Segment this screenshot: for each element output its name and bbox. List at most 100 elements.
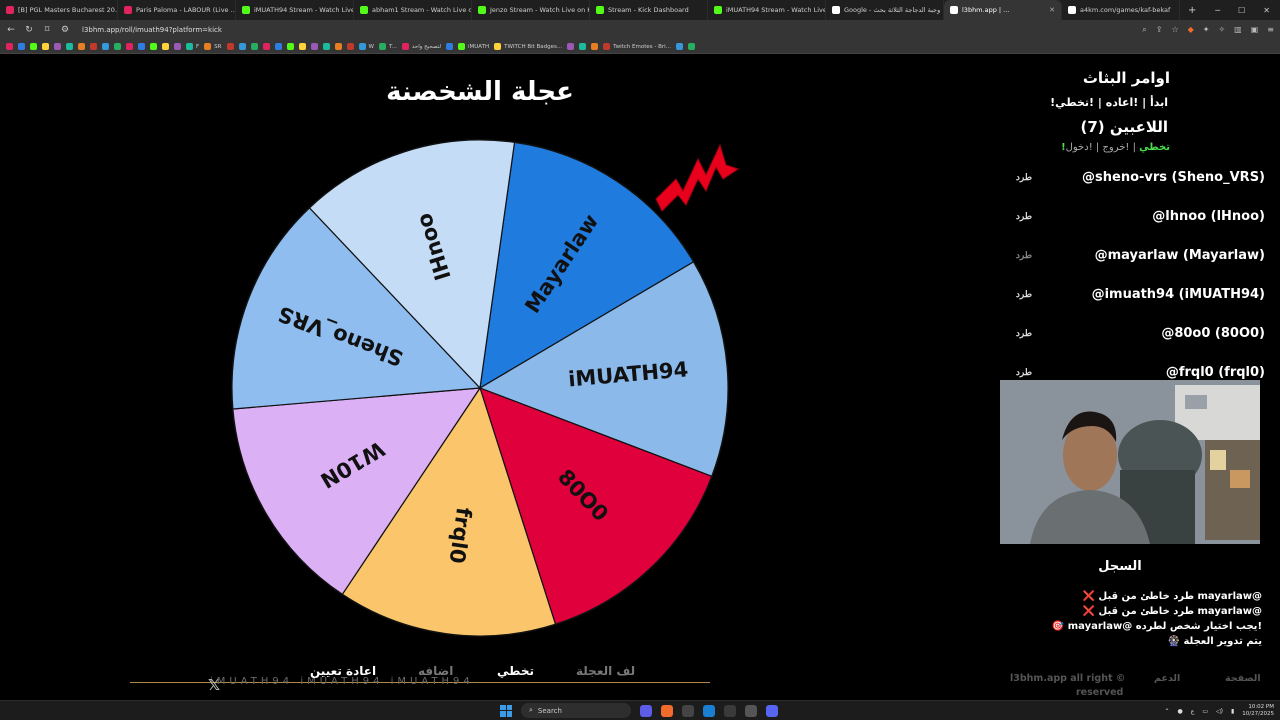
kick-button[interactable]: طرد (1010, 250, 1038, 261)
zoom-icon[interactable]: ⌕ (1142, 25, 1146, 35)
new-tab-icon[interactable]: + (1180, 5, 1204, 16)
close-tab-icon[interactable]: ✕ (1049, 6, 1055, 14)
add-button[interactable]: اضافه (418, 664, 453, 678)
bookmark-item[interactable] (675, 43, 683, 50)
taskbar-search[interactable]: ⌕ Search (521, 703, 631, 718)
url-field[interactable]: l3bhm.app/roll/imuath94?platform=kick (82, 26, 222, 34)
minimize-icon[interactable]: ─ (1215, 6, 1220, 15)
app-icon[interactable] (745, 704, 757, 717)
home-link[interactable]: الصفحة (1225, 673, 1261, 684)
bookmark-item[interactable] (6, 43, 13, 50)
bookmark-item[interactable] (687, 43, 695, 50)
kick-button[interactable]: طرد (1010, 289, 1038, 300)
bookmark-item[interactable] (150, 43, 157, 50)
app-icon[interactable] (682, 704, 694, 717)
bookmark-item[interactable]: iMUATH (458, 43, 489, 50)
sidebar-icon[interactable]: ▥ (1234, 25, 1242, 35)
favicon-icon (832, 6, 840, 14)
clock[interactable]: 10:02 PM 10/27/2025 (1242, 704, 1274, 718)
bookmark-item[interactable] (226, 43, 234, 50)
bookmark-item[interactable] (78, 43, 85, 50)
bookmark-item[interactable] (334, 43, 342, 50)
bookmark-item[interactable]: Twitch Emotes - Bri... (603, 43, 671, 50)
bookmark-item[interactable] (262, 43, 270, 50)
browser-tab[interactable]: Google - وجبة الدجاجة الثلاثة بحث (826, 0, 944, 20)
browser-tab[interactable]: Stream - Kick Dashboard (590, 0, 708, 20)
maximize-icon[interactable]: ☐ (1238, 6, 1245, 15)
bookmark-item[interactable] (346, 43, 354, 50)
browser-tab[interactable]: iMUATH94 Stream - Watch Live o... (236, 0, 354, 20)
bookmark-item[interactable]: لتصحيح واحد (401, 43, 441, 50)
bookmark-item[interactable] (42, 43, 49, 50)
menu-icon[interactable]: ≡ (1267, 25, 1274, 35)
mic-icon[interactable]: ● (1178, 708, 1183, 715)
share-icon[interactable]: ⇪ (1156, 25, 1163, 35)
wallet-icon[interactable]: ▣ (1251, 25, 1259, 35)
bookmark-item[interactable] (30, 43, 37, 50)
bookmark-item[interactable] (567, 43, 575, 50)
bookmark-item[interactable] (446, 43, 453, 50)
bookmark-item[interactable] (114, 43, 121, 50)
bookmark-item[interactable] (138, 43, 145, 50)
browser-tab[interactable]: a4km.com/games/kaf-bekaf (1062, 0, 1180, 20)
support-link[interactable]: الدعم (1154, 673, 1180, 684)
bookmark-favicon-icon (54, 43, 61, 50)
windows-start-icon[interactable] (500, 704, 512, 717)
bookmark-icon[interactable]: ⌑ (42, 25, 52, 35)
discord-icon[interactable] (766, 704, 778, 717)
battery-icon[interactable]: ▮ (1231, 708, 1234, 715)
bookmark-item[interactable]: F (186, 43, 199, 50)
kick-button[interactable]: طرد (1010, 211, 1038, 222)
bookmark-item[interactable] (54, 43, 61, 50)
bookmark-item[interactable]: T... (378, 43, 397, 50)
bookmark-item[interactable] (298, 43, 306, 50)
browser-tab[interactable]: l3bhm.app | ... ✕ (944, 0, 1062, 20)
bookmark-item[interactable] (238, 43, 246, 50)
bookmark-item[interactable] (102, 43, 109, 50)
bookmark-item[interactable] (310, 43, 318, 50)
bookmark-item[interactable] (162, 43, 169, 50)
bookmark-item[interactable] (126, 43, 133, 50)
bookmark-item[interactable] (579, 43, 587, 50)
bookmark-item[interactable]: TWITCH Bit Badges... (494, 43, 562, 50)
back-icon[interactable]: ← (6, 25, 16, 35)
bookmark-item[interactable] (286, 43, 294, 50)
kick-button[interactable]: طرد (1010, 172, 1038, 183)
language-icon[interactable]: ع (1191, 708, 1195, 715)
bookmark-item[interactable] (90, 43, 97, 50)
reset-button[interactable]: اعادة تعيين (310, 664, 376, 678)
browser-tab[interactable]: iMUATH94 Stream - Watch Live ... (708, 0, 826, 20)
app-icon[interactable] (640, 704, 652, 717)
network-icon[interactable]: ▭ (1202, 708, 1208, 715)
brave-shield-icon[interactable]: ◆ (1188, 25, 1194, 35)
app-icon[interactable] (724, 704, 736, 717)
browser-tab[interactable]: Jenzo Stream - Watch Live on Kick (472, 0, 590, 20)
spin-button[interactable]: لف العجلة (576, 664, 635, 678)
puzzle-icon[interactable]: ✧ (1218, 25, 1225, 35)
steam-icon[interactable] (703, 704, 715, 717)
bookmark-item[interactable] (66, 43, 73, 50)
kick-button[interactable]: طرد (1010, 367, 1038, 378)
bookmark-item[interactable] (274, 43, 282, 50)
bookmark-item[interactable] (250, 43, 258, 50)
bookmark-item[interactable] (18, 43, 25, 50)
bookmark-item[interactable] (174, 43, 181, 50)
bookmark-item[interactable] (322, 43, 330, 50)
bookmark-item[interactable]: SR (204, 43, 222, 50)
close-window-icon[interactable]: ✕ (1263, 6, 1270, 15)
chevron-up-icon[interactable]: ⌃ (1164, 708, 1169, 715)
star-icon[interactable]: ☆ (1171, 25, 1178, 35)
browser-tab[interactable]: [B] PGL Masters Bucharest 20... (0, 0, 118, 20)
bookmark-item[interactable] (591, 43, 599, 50)
site-info-icon[interactable]: ⚙ (60, 25, 70, 35)
volume-icon[interactable]: ◁) (1216, 708, 1223, 715)
skip-button[interactable]: تخطي (497, 664, 534, 678)
kick-button[interactable]: طرد (1010, 328, 1038, 339)
browser-tab[interactable]: abham1 Stream - Watch Live o... (354, 0, 472, 20)
extension-icon[interactable]: ✦ (1203, 25, 1210, 35)
bookmark-item[interactable]: W (358, 43, 374, 50)
bookmark-favicon-icon (346, 43, 354, 50)
reload-icon[interactable]: ↻ (24, 25, 34, 35)
brave-icon[interactable] (661, 704, 673, 717)
browser-tab[interactable]: Paris Paloma - LABOUR (Live ... (118, 0, 236, 20)
